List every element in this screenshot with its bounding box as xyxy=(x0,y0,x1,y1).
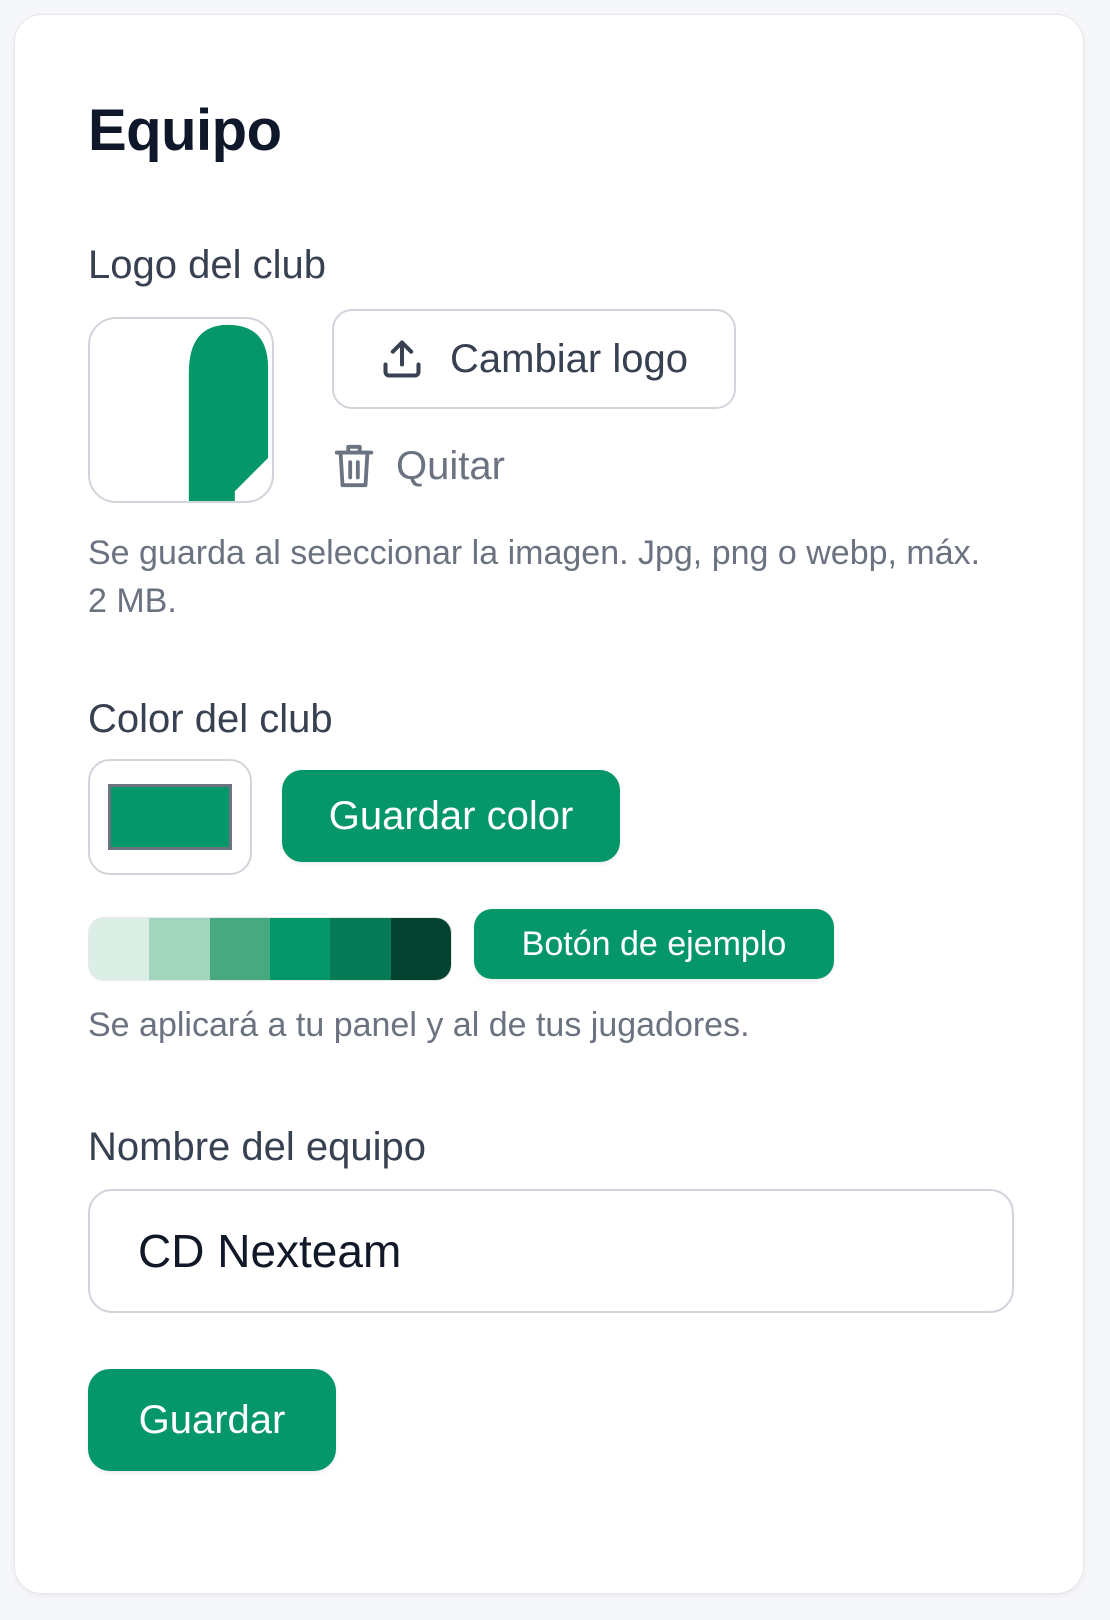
palette-shade-5 xyxy=(330,918,391,980)
logo-section-label: Logo del club xyxy=(88,243,326,287)
color-section-label: Color del club xyxy=(88,697,333,741)
save-color-label: Guardar color xyxy=(328,793,574,838)
palette-shade-3 xyxy=(209,918,270,980)
save-button-label: Guardar xyxy=(138,1397,286,1442)
color-palette xyxy=(88,917,452,981)
example-button-label: Botón de ejemplo xyxy=(521,924,787,963)
logo-hint: Se guarda al seleccionar la imagen. Jpg,… xyxy=(88,534,981,620)
palette-shade-4 xyxy=(269,918,331,980)
color-hint: Se aplicará a tu panel y al de tus jugad… xyxy=(88,1006,750,1044)
team-name-label: Nombre del equipo xyxy=(88,1125,426,1169)
palette-shade-6 xyxy=(390,918,451,980)
page-title: Equipo xyxy=(88,98,282,163)
upload-icon xyxy=(383,340,421,378)
change-logo-button[interactable]: Cambiar logo xyxy=(332,309,736,409)
logo-shape xyxy=(188,324,269,501)
color-swatch xyxy=(108,784,232,850)
save-button[interactable]: Guardar xyxy=(88,1369,336,1471)
team-name-input[interactable] xyxy=(88,1189,1014,1313)
remove-logo-button[interactable]: Quitar xyxy=(334,443,505,489)
team-settings-card: Equipo Logo del club Cambiar logo Quitar… xyxy=(14,14,1084,1594)
palette-shade-1 xyxy=(89,918,150,980)
palette-shade-2 xyxy=(149,918,210,980)
example-button[interactable]: Botón de ejemplo xyxy=(474,909,834,979)
club-logo-image xyxy=(188,324,269,501)
save-color-button[interactable]: Guardar color xyxy=(282,770,620,862)
trash-icon xyxy=(334,444,374,488)
change-logo-label: Cambiar logo xyxy=(450,336,688,381)
remove-logo-label: Quitar xyxy=(396,443,505,488)
club-logo-preview xyxy=(88,317,274,503)
color-picker[interactable] xyxy=(88,759,252,875)
